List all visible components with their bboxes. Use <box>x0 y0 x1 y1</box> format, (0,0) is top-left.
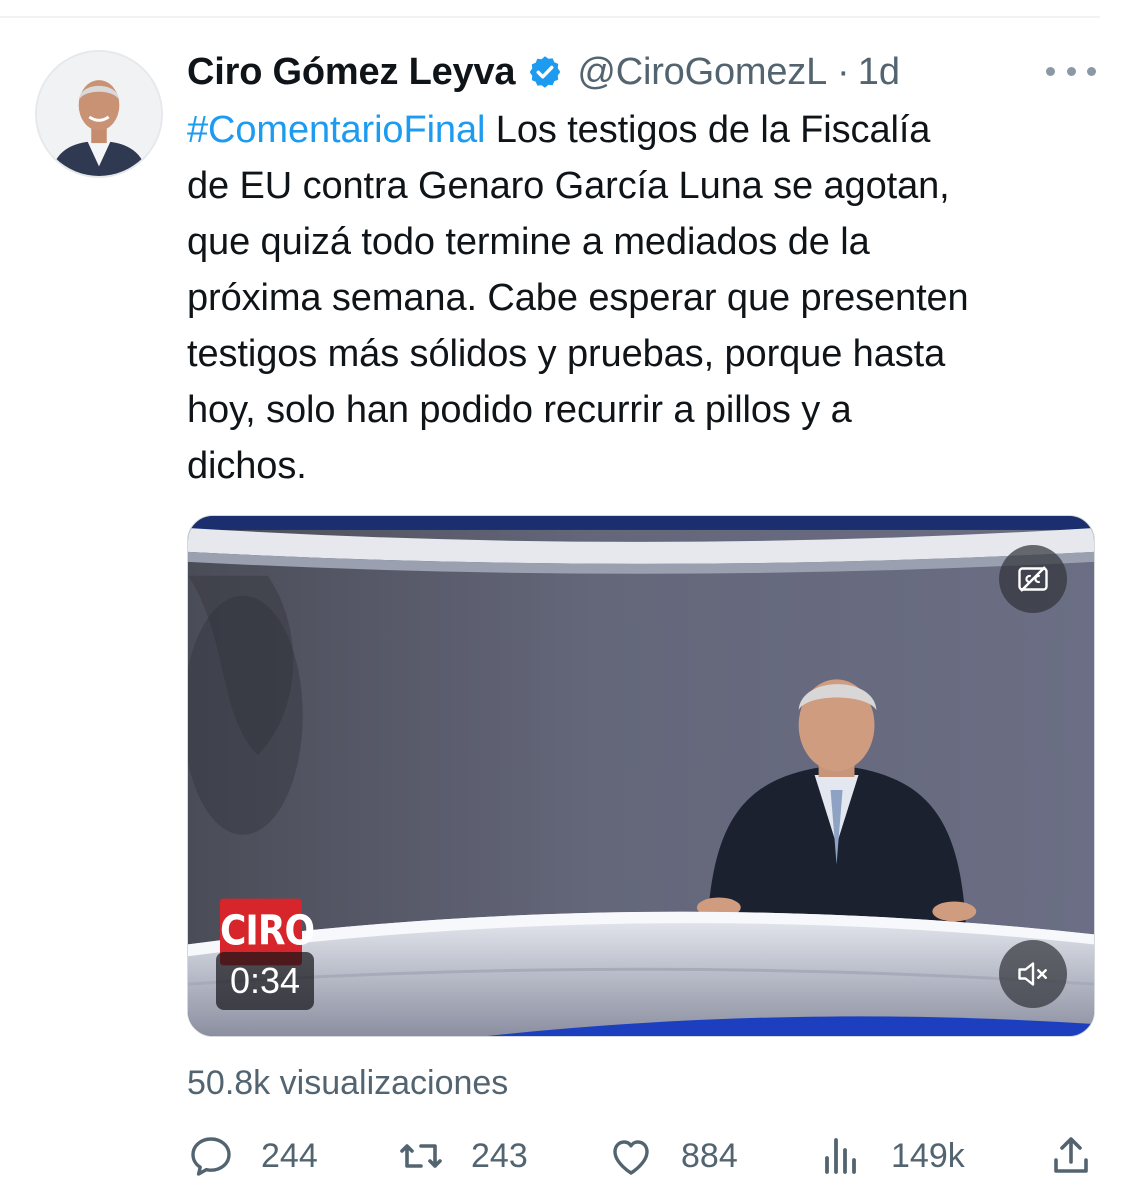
tweet-line: que quizá todo termine a mediados de la <box>187 221 870 263</box>
retweet-button[interactable]: 243 <box>397 1128 528 1184</box>
tweet-line-text: Los testigos de la Fiscalía <box>485 109 931 151</box>
reply-icon <box>187 1132 235 1180</box>
tweet-line: dichos. <box>187 445 307 487</box>
retweet-count: 243 <box>471 1136 528 1175</box>
header-separator: · <box>837 50 850 93</box>
more-options-icon[interactable] <box>1046 56 1096 86</box>
timestamp[interactable]: 1d <box>858 51 900 94</box>
like-button[interactable]: 884 <box>607 1128 738 1184</box>
closed-captions-icon[interactable] <box>999 545 1067 613</box>
analytics-count: 149k <box>891 1136 965 1175</box>
muted-speaker-icon[interactable] <box>999 940 1067 1008</box>
views-number: 50.8k <box>187 1064 271 1102</box>
tweet-line: testigos más sólidos y pruebas, porque h… <box>187 333 946 375</box>
tweet-line: #ComentarioFinal Los testigos de la Fisc… <box>187 102 1102 158</box>
like-icon <box>607 1132 655 1180</box>
tweet: Ciro Gómez Leyva @CiroGomezL · 1d #Comen… <box>0 0 1131 1200</box>
action-bar: 244 243 884 149k <box>187 1128 1097 1184</box>
user-handle[interactable]: @CiroGomezL <box>577 51 827 94</box>
share-button[interactable] <box>1047 1128 1095 1184</box>
video-frame <box>188 516 1094 1036</box>
views-label: visualizaciones <box>279 1064 509 1102</box>
tweet-header: Ciro Gómez Leyva @CiroGomezL · 1d <box>187 48 900 96</box>
analytics-button[interactable]: 149k <box>817 1128 965 1184</box>
tweet-line: hoy, solo han podido recurrir a pillos y… <box>187 389 852 431</box>
share-icon <box>1047 1132 1095 1180</box>
hashtag-link[interactable]: #ComentarioFinal <box>187 109 485 151</box>
like-count: 884 <box>681 1136 738 1175</box>
reply-count: 244 <box>261 1136 318 1175</box>
tweet-line: de EU contra Genaro García Luna se agota… <box>187 165 950 207</box>
retweet-icon <box>397 1132 445 1180</box>
tweet-text: #ComentarioFinal Los testigos de la Fisc… <box>187 102 1102 494</box>
tweet-line: próxima semana. Cabe esperar que present… <box>187 277 969 319</box>
views-count: 50.8k visualizaciones <box>187 1064 508 1103</box>
reply-button[interactable]: 244 <box>187 1128 318 1184</box>
avatar-portrait <box>37 52 161 176</box>
verified-badge-icon <box>527 54 563 90</box>
display-name[interactable]: Ciro Gómez Leyva <box>187 51 516 94</box>
analytics-icon <box>817 1132 865 1180</box>
video-duration: 0:34 <box>216 952 315 1010</box>
video-player[interactable]: CIRO 0:34 <box>187 515 1095 1037</box>
avatar[interactable] <box>35 50 163 178</box>
